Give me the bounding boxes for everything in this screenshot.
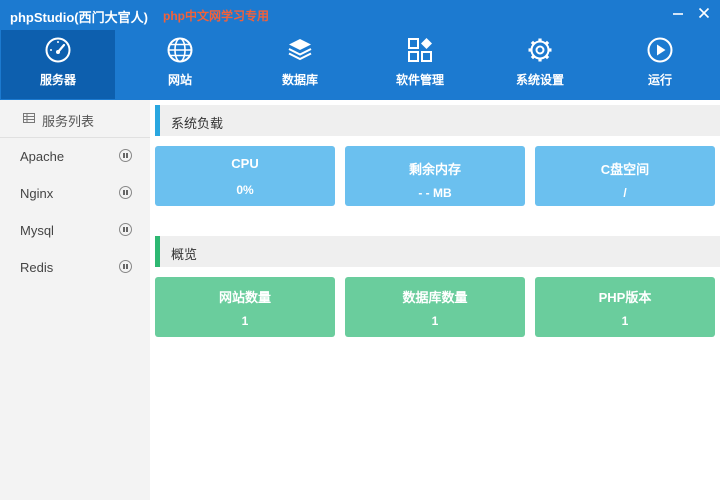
system-load-header: 系统负载 [155, 105, 720, 136]
card-label: 数据库数量 [402, 290, 468, 305]
card-label: 网站数量 [218, 290, 271, 305]
service-item-redis[interactable]: Redis [0, 251, 150, 285]
table-icon [23, 113, 35, 123]
app-title: phpStudio(西门大官人) [10, 10, 148, 25]
overview-title: 概览 [171, 247, 198, 262]
card-label: PHP版本 [598, 290, 652, 305]
database-count-card: 数据库数量 1 [345, 277, 525, 337]
close-icon [698, 7, 710, 19]
minimize-icon [673, 13, 683, 15]
nav-item-run[interactable]: 运行 [603, 30, 717, 99]
overview-header: 概览 [155, 236, 720, 267]
nav-item-software[interactable]: 软件管理 [363, 30, 477, 99]
card-value: 0% [236, 183, 254, 197]
section-accent [155, 236, 160, 267]
nav-label-website: 网站 [167, 73, 192, 87]
pause-icon[interactable] [119, 186, 132, 199]
title-bar: phpStudio(西门大官人) php中文网学习专用 [0, 0, 720, 30]
service-list-header: 服务列表 [0, 100, 150, 138]
close-button[interactable] [693, 4, 715, 22]
memory-card: 剩余内存 - - MB [345, 146, 525, 206]
minimize-button[interactable] [667, 4, 689, 22]
nav-item-database[interactable]: 数据库 [243, 30, 357, 99]
nav-label-server: 服务器 [39, 73, 76, 87]
nav-item-server[interactable]: 服务器 [1, 30, 115, 99]
php-version-card: PHP版本 1 [535, 277, 715, 337]
apps-grid-icon [408, 38, 432, 62]
nav-label-settings: 系统设置 [515, 73, 564, 87]
section-accent [155, 105, 160, 136]
nav-item-settings[interactable]: 系统设置 [483, 30, 597, 99]
nav-label-database: 数据库 [281, 73, 318, 87]
card-label: 剩余内存 [408, 162, 461, 177]
gauge-icon [45, 37, 71, 63]
service-list-title: 服务列表 [42, 114, 95, 129]
service-item-apache[interactable]: Apache [0, 140, 150, 174]
website-count-card: 网站数量 1 [155, 277, 335, 337]
disk-card: C盘空间 / [535, 146, 715, 206]
service-name: Apache [20, 149, 65, 164]
card-value: 1 [241, 314, 249, 328]
globe-icon [167, 37, 193, 63]
pause-icon[interactable] [119, 260, 132, 273]
service-item-mysql[interactable]: Mysql [0, 214, 150, 248]
system-load-title: 系统负载 [171, 116, 224, 131]
nav-label-software: 软件管理 [395, 73, 444, 87]
card-label: CPU [231, 156, 259, 171]
service-name: Nginx [20, 186, 54, 201]
nav-label-run: 运行 [647, 73, 672, 87]
card-value: / [623, 186, 627, 200]
gear-icon [528, 38, 552, 62]
card-value: - - MB [418, 186, 452, 200]
service-sidebar: 服务列表 Apache Nginx Mysql Redis [0, 100, 150, 500]
cpu-card: CPU 0% [155, 146, 335, 206]
service-name: Mysql [20, 223, 54, 238]
card-value: 1 [621, 314, 629, 328]
service-name: Redis [20, 260, 54, 275]
nav-item-website[interactable]: 网站 [123, 30, 237, 99]
app-subtitle: php中文网学习专用 [163, 9, 269, 23]
service-item-nginx[interactable]: Nginx [0, 177, 150, 211]
card-value: 1 [431, 314, 439, 328]
database-layers-icon [288, 39, 312, 61]
play-circle-icon [647, 37, 673, 63]
app-header: phpStudio(西门大官人) php中文网学习专用 服务器 网站 数据库 软… [0, 0, 720, 100]
pause-icon[interactable] [119, 223, 132, 236]
main-nav: 服务器 网站 数据库 软件管理 系统设置 运行 [0, 30, 720, 100]
main-panel: 系统负载 CPU 0% 剩余内存 - - MB C盘空间 / 概览 网站数量 1… [150, 100, 720, 500]
card-label: C盘空间 [600, 162, 650, 177]
pause-icon[interactable] [119, 149, 132, 162]
